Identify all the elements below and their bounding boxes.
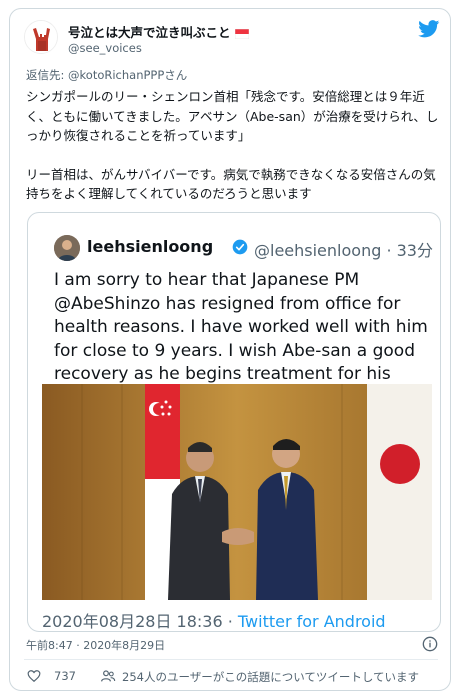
footer-divider (24, 659, 438, 660)
like-heart-icon[interactable] (27, 669, 41, 683)
author-avatar[interactable] (24, 20, 58, 54)
tweet-timestamp[interactable]: 午前8:47 · 2020年8月29日 (26, 637, 165, 653)
reply-to-line: 返信先: @kotoRichanPPPさん (26, 67, 187, 83)
quoted-author-name[interactable]: leehsienloong (87, 237, 213, 256)
tweet-card[interactable]: 号泣とは大声で泣き叫ぶこと @see_voices 返信先: @kotoRich… (9, 8, 451, 691)
quoted-handle-time: @leehsienloong · 33分 (254, 241, 433, 260)
author-handle[interactable]: @see_voices (68, 41, 142, 55)
devil-horns-hand-icon (25, 21, 57, 53)
tweet-text: シンガポールのリー・シェンロン首相「残念です。安倍総理とは９年近く、ともに働いて… (26, 87, 446, 223)
quoted-source-link[interactable]: Twitter for Android (238, 612, 386, 631)
info-icon[interactable] (422, 636, 438, 652)
quoted-separator: · (222, 612, 238, 631)
reply-prefix: 返信先: (26, 68, 69, 82)
quoted-author-avatar[interactable] (54, 235, 80, 261)
reply-target-link[interactable]: @kotoRichanPPPさん (68, 68, 187, 82)
verified-badge-icon (232, 239, 248, 255)
tweet-paragraph-2: リー首相は、がんサバイバーです。病気で執務できなくなる安倍さんの気持ちをよく理解… (26, 166, 436, 202)
singapore-flag-icon (234, 28, 250, 39)
like-count: 737 (54, 669, 76, 683)
tweet-paragraph-1: シンガポールのリー・シェンロン首相「残念です。安倍総理とは９年近く、ともに働いて… (26, 89, 439, 143)
twitter-bird-icon[interactable] (418, 20, 440, 38)
quoted-date: 2020年08月28日 18:36 (42, 612, 223, 631)
quoted-photo[interactable] (42, 384, 432, 600)
portrait-icon (54, 235, 80, 261)
author-display-name[interactable]: 号泣とは大声で泣き叫ぶこと (68, 22, 250, 41)
leaders-handshake-photo (42, 384, 432, 600)
talking-about-link[interactable]: 254人のユーザーがこの話題についてツイートしています (122, 669, 419, 685)
people-icon[interactable] (100, 668, 116, 684)
quoted-footer: 2020年08月28日 18:36 · Twitter for Android (42, 608, 386, 631)
quoted-tweet[interactable]: leehsienloong @leehsienloong · 33分 I am … (27, 212, 441, 632)
